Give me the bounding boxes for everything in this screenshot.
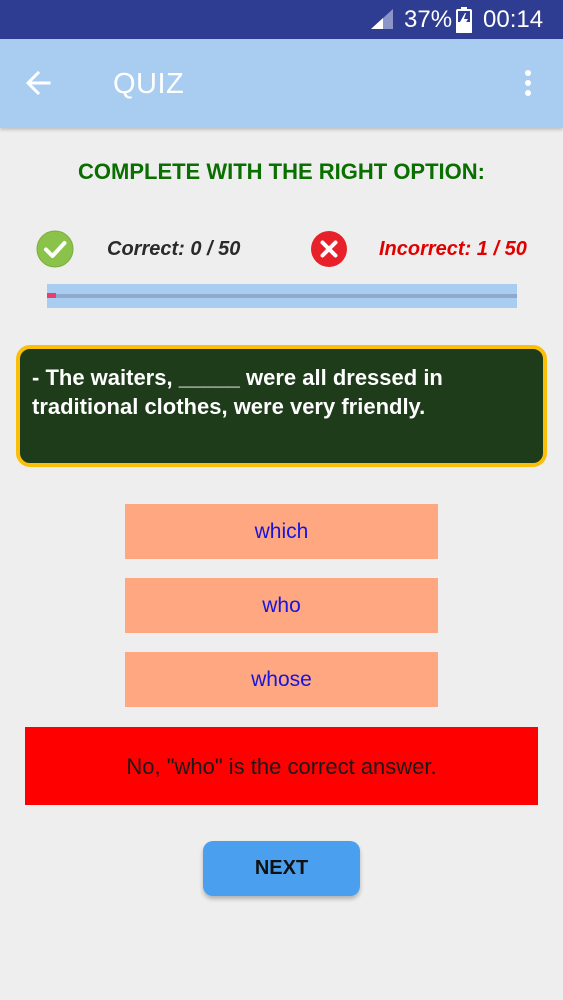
feedback-message: No, "who" is the correct answer.: [25, 727, 538, 805]
app-bar: QUIZ: [0, 39, 563, 128]
arrow-left-icon: [25, 70, 51, 96]
progress-track-line: [47, 294, 517, 298]
next-button[interactable]: NEXT: [203, 841, 360, 896]
question-text: - The waiters, _____ were all dressed in…: [32, 365, 443, 419]
status-bar: 37% 00:14: [0, 0, 563, 39]
back-button[interactable]: [14, 59, 62, 107]
option-whose-button[interactable]: whose: [125, 652, 438, 707]
progress-bar: [47, 284, 517, 308]
instruction-heading: COMPLETE WITH THE RIGHT OPTION:: [78, 159, 485, 184]
correct-score: Correct: 0 / 50: [107, 238, 241, 260]
signal-icon: [371, 9, 393, 34]
clock: 00:14: [483, 6, 544, 33]
option-who-button[interactable]: who: [125, 578, 438, 633]
incorrect-score: Incorrect: 1 / 50: [379, 238, 527, 260]
page-title: QUIZ: [113, 68, 185, 100]
option-which-button[interactable]: which: [125, 504, 438, 559]
x-circle-icon: [310, 230, 348, 273]
battery-charging-icon: [456, 7, 472, 38]
check-circle-icon: [36, 230, 74, 273]
battery-percent: 37%: [404, 6, 453, 33]
overflow-menu-button[interactable]: [508, 59, 548, 107]
progress-fill: [47, 293, 57, 298]
question-card: - The waiters, _____ were all dressed in…: [16, 345, 547, 467]
more-vertical-icon: [525, 70, 531, 96]
